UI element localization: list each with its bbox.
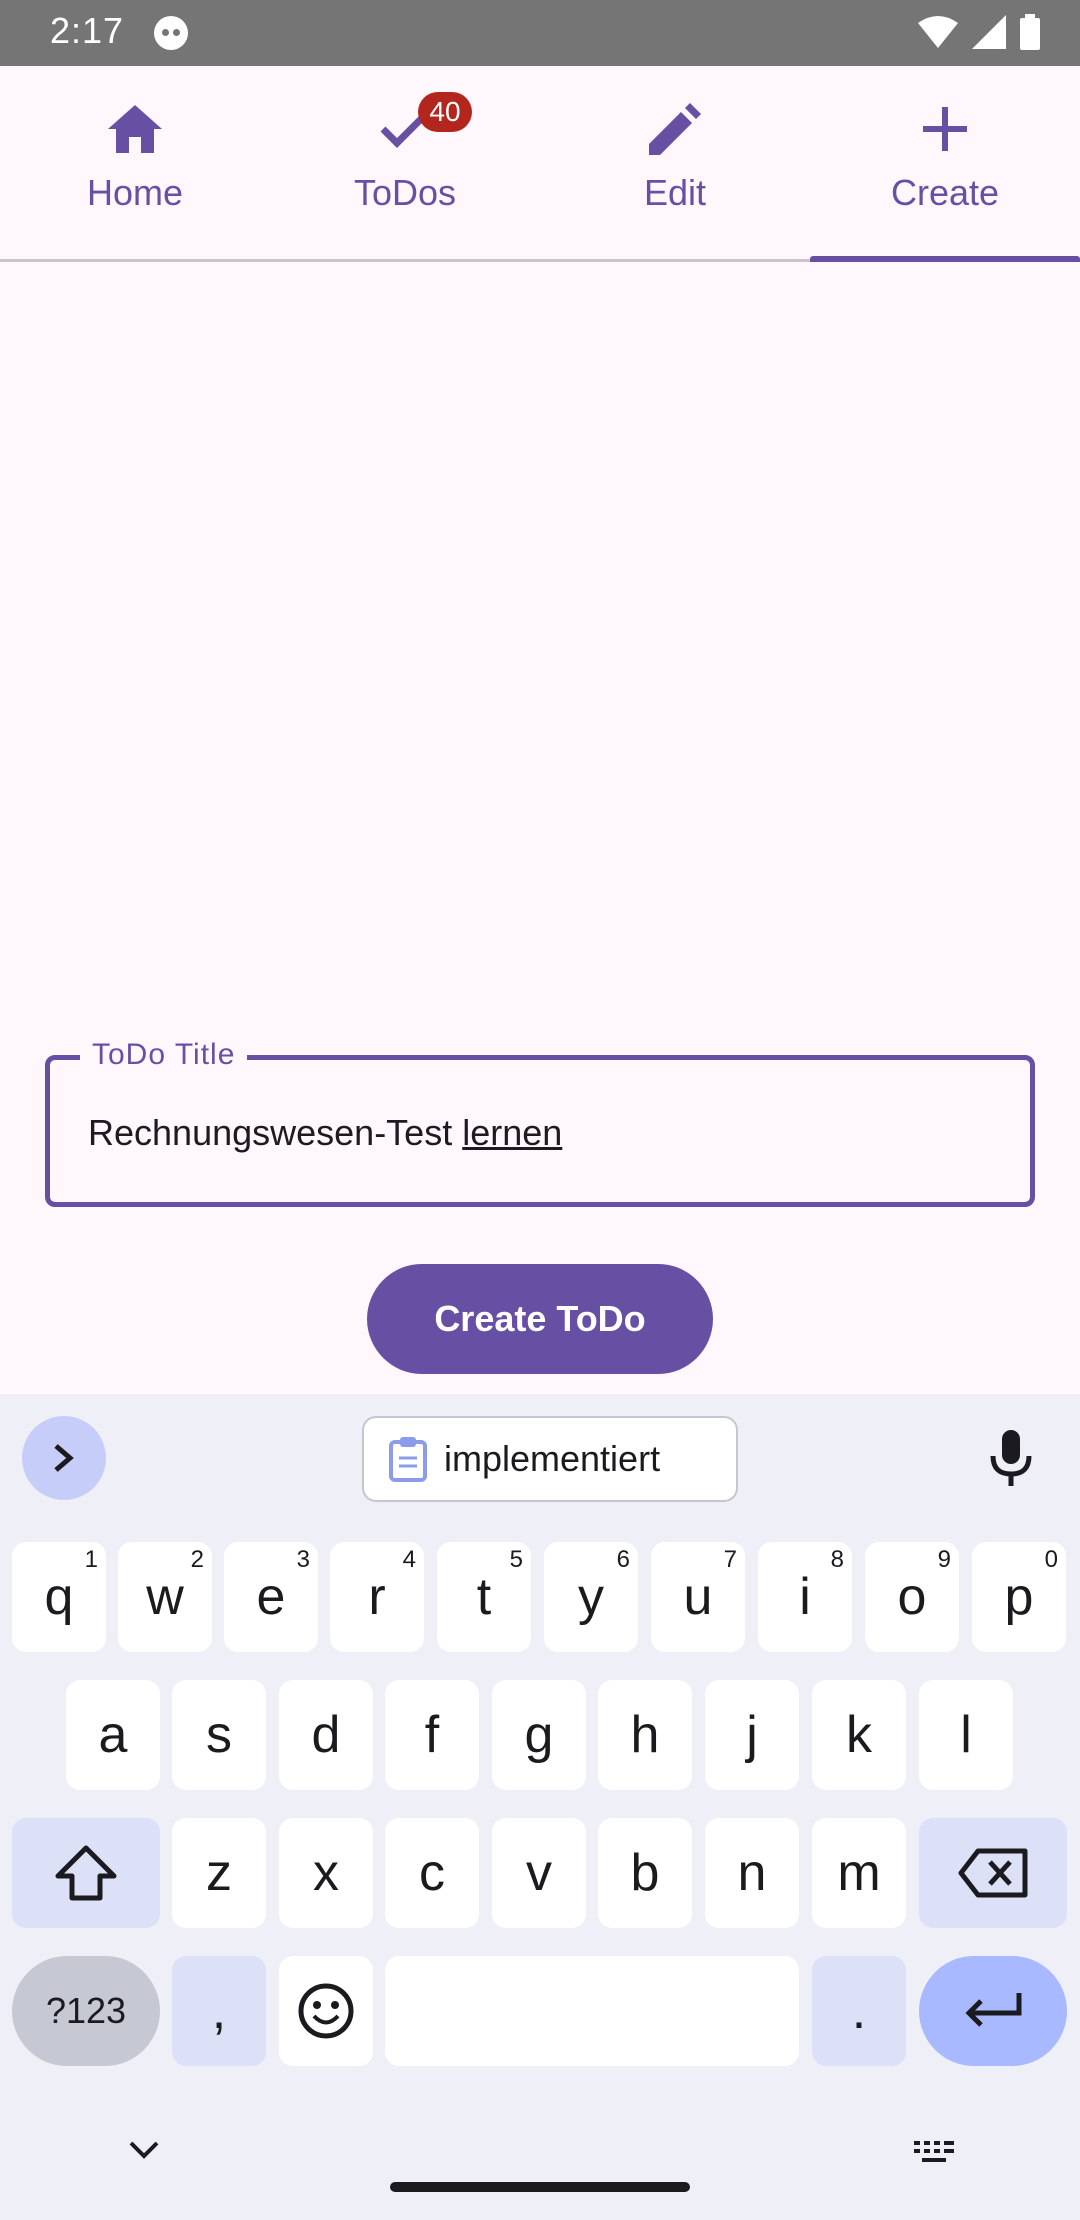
key-q[interactable]: q1 xyxy=(12,1542,106,1652)
comma-key[interactable]: , xyxy=(172,1956,266,2066)
shift-key[interactable] xyxy=(12,1818,160,1928)
chevron-down-icon xyxy=(129,2141,159,2159)
status-icons xyxy=(918,14,1040,50)
key-a[interactable]: a xyxy=(66,1680,160,1790)
home-indicator[interactable] xyxy=(390,2182,690,2192)
key-b[interactable]: b xyxy=(598,1818,692,1928)
check-icon: 40 xyxy=(370,92,472,160)
plus-icon xyxy=(910,98,980,160)
key-j[interactable]: j xyxy=(705,1680,799,1790)
key-m[interactable]: m xyxy=(812,1818,906,1928)
clipboard-suggestion[interactable]: implementiert xyxy=(362,1416,738,1502)
key-r[interactable]: r4 xyxy=(330,1542,424,1652)
key-e[interactable]: e3 xyxy=(224,1542,318,1652)
selected-tab-indicator xyxy=(810,256,1080,262)
key-k[interactable]: k xyxy=(812,1680,906,1790)
composing-text: lernen xyxy=(462,1112,563,1153)
todo-title-field[interactable]: ToDo Title Rechnungswesen-Test lernen xyxy=(45,1038,1035,1207)
key-o[interactable]: o9 xyxy=(865,1542,959,1652)
key-i[interactable]: i8 xyxy=(758,1542,852,1652)
key-g[interactable]: g xyxy=(492,1680,586,1790)
key-v[interactable]: v xyxy=(492,1818,586,1928)
enter-key[interactable] xyxy=(919,1956,1067,2066)
chevron-right-icon xyxy=(54,1444,74,1472)
status-bar: 2:17 xyxy=(0,0,1080,66)
field-value[interactable]: Rechnungswesen-Test lernen xyxy=(88,1112,562,1154)
tab-label: Home xyxy=(86,172,184,213)
key-p[interactable]: p0 xyxy=(972,1542,1066,1652)
backspace-key[interactable] xyxy=(919,1818,1067,1928)
key-w[interactable]: w2 xyxy=(118,1542,212,1652)
status-time: 2:17 xyxy=(50,10,125,51)
microphone-button[interactable] xyxy=(990,1430,1032,1493)
field-label: ToDo Title xyxy=(80,1038,248,1072)
period-key[interactable]: . xyxy=(812,1956,906,2066)
microphone-icon xyxy=(990,1430,1032,1486)
key-s[interactable]: s xyxy=(172,1680,266,1790)
tab-create[interactable]: Create xyxy=(810,66,1080,262)
key-f[interactable]: f xyxy=(385,1680,479,1790)
key-l[interactable]: l xyxy=(919,1680,1013,1790)
tab-label: Create xyxy=(890,172,1000,213)
key-u[interactable]: u7 xyxy=(651,1542,745,1652)
key-y[interactable]: y6 xyxy=(544,1542,638,1652)
key-c[interactable]: c xyxy=(385,1818,479,1928)
key-h[interactable]: h xyxy=(598,1680,692,1790)
keyboard-expand-button[interactable] xyxy=(22,1416,106,1500)
app-notification-icon xyxy=(154,16,188,50)
key-n[interactable]: n xyxy=(705,1818,799,1928)
pencil-icon xyxy=(640,98,710,160)
suggestion-text: implementiert xyxy=(444,1438,661,1479)
numbers-symbols-key[interactable]: ?123 xyxy=(12,1956,160,2066)
battery-icon xyxy=(1020,14,1040,50)
field-value-text: Rechnungswesen-Test xyxy=(88,1112,463,1153)
key-t[interactable]: t5 xyxy=(437,1542,531,1652)
keyboard-switcher-button[interactable] xyxy=(912,2140,956,2169)
todo-count-badge: 40 xyxy=(418,92,472,132)
home-icon xyxy=(100,98,170,160)
hide-keyboard-button[interactable] xyxy=(128,2140,160,2165)
tab-label: ToDos xyxy=(353,172,457,213)
tab-todos[interactable]: 40 ToDos xyxy=(270,66,540,262)
space-key[interactable] xyxy=(385,1956,799,2066)
key-z[interactable]: z xyxy=(172,1818,266,1928)
keyboard-icon xyxy=(914,2141,954,2162)
tab-home[interactable]: Home xyxy=(0,66,270,262)
create-todo-button[interactable]: Create ToDo xyxy=(367,1264,713,1374)
clipboard-icon xyxy=(389,1437,427,1482)
shift-icon xyxy=(55,1845,117,1901)
emoji-key[interactable] xyxy=(279,1956,373,2066)
signal-icon xyxy=(972,15,1006,49)
enter-icon xyxy=(965,1993,1022,2027)
key-d[interactable]: d xyxy=(279,1680,373,1790)
backspace-icon xyxy=(958,1848,1028,1898)
tab-bar: Home 40 ToDos Edit Create xyxy=(0,66,1080,262)
wifi-icon xyxy=(918,16,958,48)
key-x[interactable]: x xyxy=(279,1818,373,1928)
tab-label: Edit xyxy=(643,172,707,213)
on-screen-keyboard: implementiert q1 w2 e3 r4 t5 y6 u7 i8 o9… xyxy=(0,1394,1080,2220)
tab-edit[interactable]: Edit xyxy=(540,66,810,262)
emoji-icon xyxy=(298,1983,354,2039)
